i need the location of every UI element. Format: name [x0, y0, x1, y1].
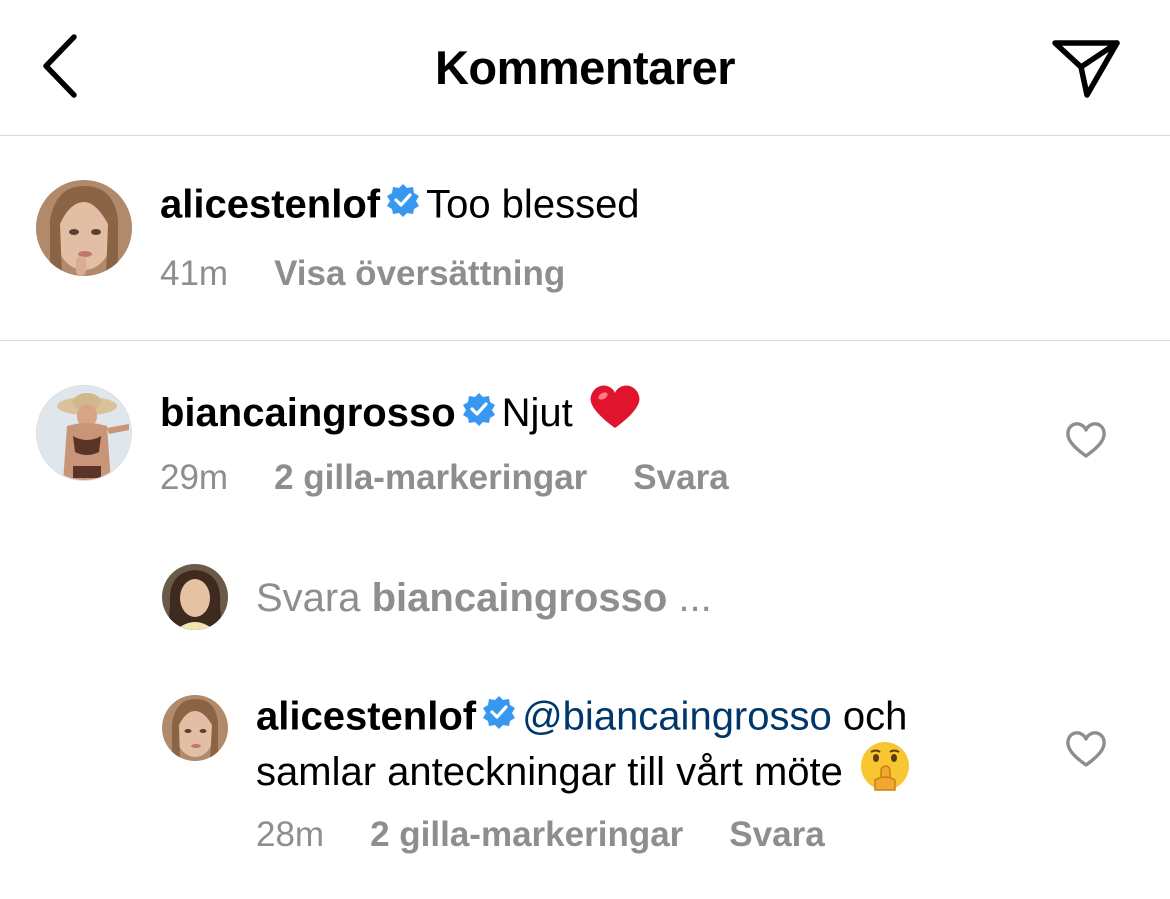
verified-badge-icon	[386, 180, 420, 228]
verified-badge-icon	[482, 692, 516, 740]
avatar[interactable]	[36, 180, 132, 276]
caption-meta: 41m Visa översättning	[160, 254, 611, 294]
divider	[0, 340, 1170, 341]
timestamp: 28m	[256, 815, 325, 854]
comment-username[interactable]: biancaingrosso	[160, 391, 456, 435]
reply-ellipsis: ...	[678, 576, 712, 620]
see-translation-button[interactable]: Visa översättning	[274, 254, 565, 293]
reply-prefix: Svara	[256, 576, 361, 620]
reply-button[interactable]: Svara	[729, 815, 824, 854]
like-heart-icon[interactable]	[1064, 418, 1108, 462]
likes-count-button[interactable]: 2 gilla-markeringar	[274, 458, 587, 497]
mention-link[interactable]: @biancaingrosso	[522, 695, 832, 739]
avatar[interactable]	[162, 695, 228, 761]
comment-meta: 28m 2 gilla-markeringar Svara	[256, 815, 871, 855]
comment-body-line1: och	[842, 694, 908, 739]
header-bar: Kommentarer	[0, 0, 1170, 136]
comment-text: biancaingrosso Njut	[160, 384, 641, 447]
timestamp: 29m	[160, 458, 229, 497]
comment-body-line2: samlar anteckningar till vårt möte	[256, 750, 843, 795]
comment-text-line1: alicestenlof @biancaingrosso och	[256, 692, 907, 746]
page-title: Kommentarer	[434, 41, 736, 94]
avatar[interactable]	[36, 385, 132, 481]
reply-input-placeholder[interactable]: Svara biancaingrosso ...	[256, 574, 712, 622]
share-button[interactable]	[1046, 32, 1126, 104]
shushing-face-emoji-icon	[859, 740, 911, 803]
caption-body: Too blessed	[426, 182, 640, 227]
caption-username[interactable]: alicestenlof	[160, 183, 380, 227]
reply-username: biancaingrosso	[371, 576, 668, 620]
caption-text: alicestenlof Too blessed	[160, 180, 640, 234]
like-heart-icon[interactable]	[1064, 727, 1108, 771]
comment-body: Njut	[501, 391, 573, 436]
comment-meta: 29m 2 gilla-markeringar Svara	[160, 458, 775, 498]
timestamp: 41m	[160, 254, 229, 293]
comment-username[interactable]: alicestenlof	[256, 695, 476, 739]
likes-count-button[interactable]: 2 gilla-markeringar	[370, 815, 683, 854]
heart-emoji-icon	[589, 384, 641, 441]
reply-button[interactable]: Svara	[633, 458, 728, 497]
avatar	[162, 564, 228, 630]
paper-plane-icon	[1052, 40, 1120, 98]
verified-badge-icon	[462, 389, 496, 437]
comment-text-line2: samlar anteckningar till vårt möte	[256, 740, 911, 809]
